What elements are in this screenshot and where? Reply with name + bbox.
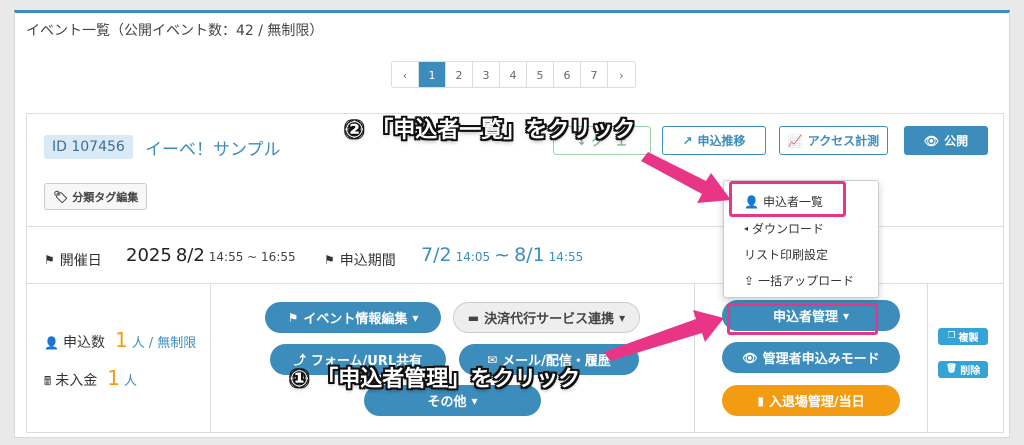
arrow-to-applicant-management <box>604 310 724 361</box>
annotation-step1: ① 「申込者管理」をクリック <box>290 367 581 392</box>
annotation-step2: ② 「申込者一覧」をクリック <box>345 118 636 143</box>
arrow-to-applicant-list <box>641 152 731 203</box>
